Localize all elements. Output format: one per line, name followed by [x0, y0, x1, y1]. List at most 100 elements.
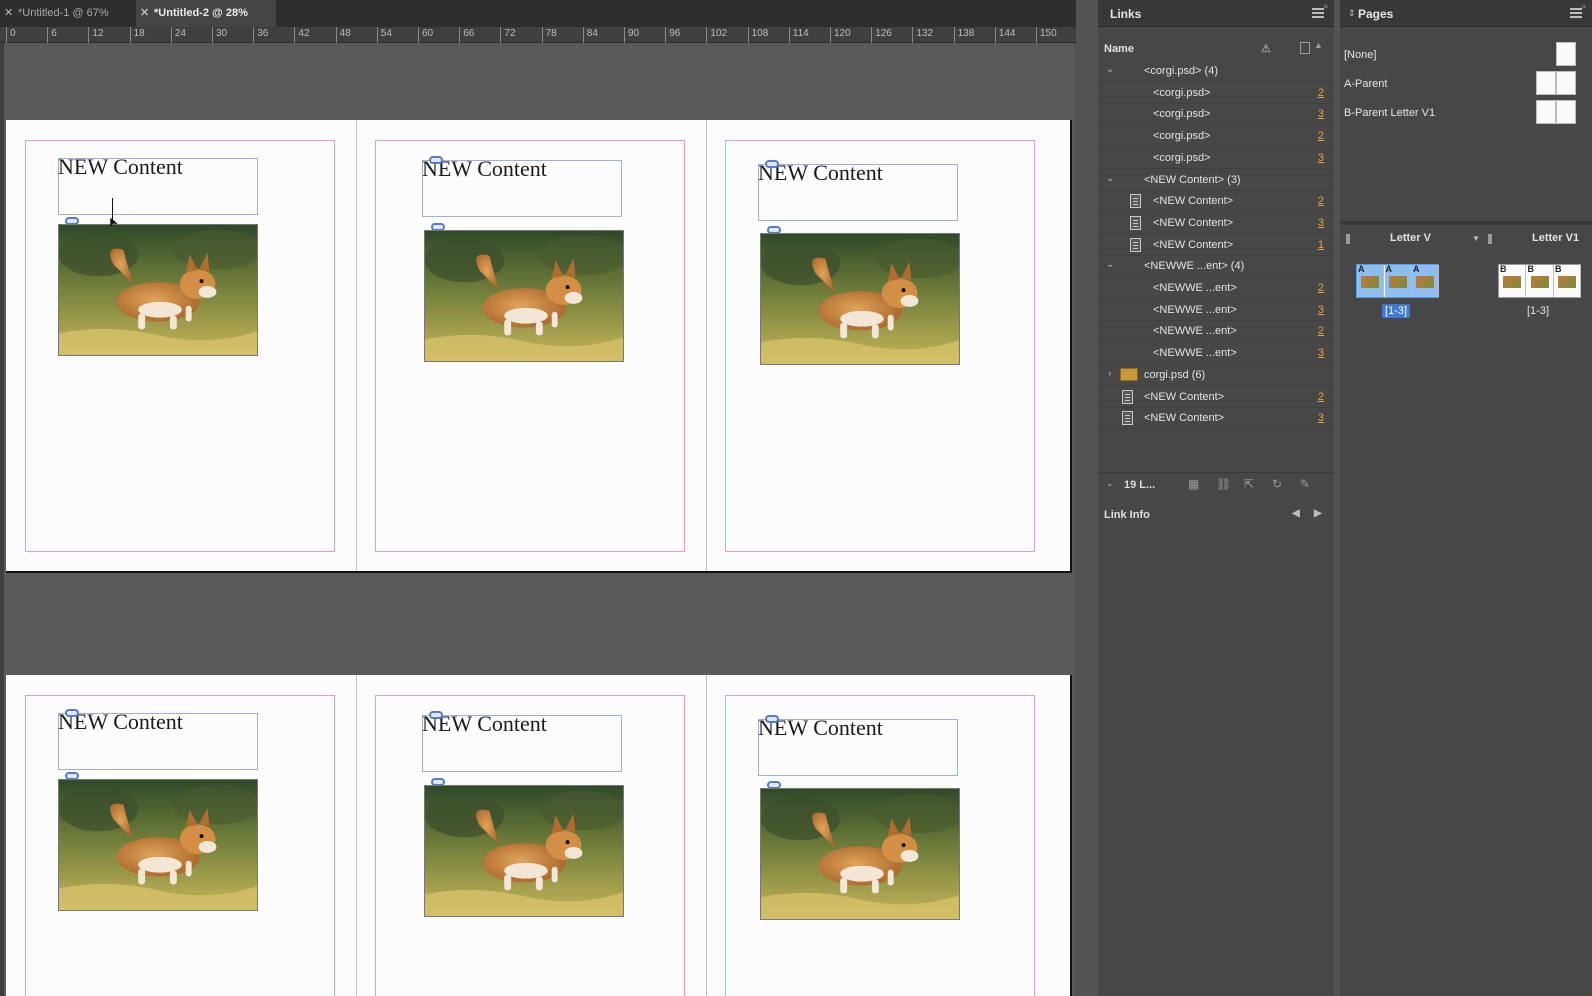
corgi-image[interactable]: [424, 785, 624, 917]
page-thumbnail[interactable]: B: [1499, 264, 1526, 297]
link-row[interactable]: <NEWWE ...ent> 3: [1098, 300, 1334, 321]
collapse-arrows-icon[interactable]: ⇕: [1348, 8, 1356, 19]
page-thumbnail[interactable]: B: [1554, 264, 1581, 297]
layout-spread-thumbnail[interactable]: AAA: [1356, 264, 1439, 298]
tab-untitled-1[interactable]: ✕ *Untitled-1 @ 67%: [0, 0, 136, 27]
layout-spread-thumbnail[interactable]: BBB: [1498, 264, 1581, 298]
go-to-link-icon[interactable]: ⇱: [1244, 478, 1258, 490]
previous-link-icon[interactable]: ◀: [1292, 508, 1300, 519]
chevron-down-icon[interactable]: ⌄: [1106, 173, 1114, 184]
ruler-tick: 126: [871, 27, 892, 43]
ruler-tick: 144: [994, 27, 1015, 43]
link-badge-icon[interactable]: [765, 160, 779, 168]
layout-name[interactable]: Letter V: [1390, 232, 1431, 244]
links-count: 19 L...: [1124, 479, 1156, 491]
layout-options-icon[interactable]: ▼: [1472, 234, 1480, 243]
page-thumbnail[interactable]: B: [1526, 264, 1554, 297]
corgi-image[interactable]: [760, 233, 960, 365]
link-row[interactable]: ⌄ <NEW Content> (3): [1098, 170, 1334, 191]
parent-thumbnail-right[interactable]: [1556, 71, 1576, 95]
link-row[interactable]: <NEWWE ...ent> 2: [1098, 321, 1334, 343]
warning-icon[interactable]: ⚠: [1261, 42, 1275, 55]
link-row[interactable]: <corgi.psd> 3: [1098, 148, 1334, 169]
link-row[interactable]: ⌄ <NEWWE ...ent> (4): [1098, 256, 1334, 278]
chevron-down-icon[interactable]: ⌄: [1106, 478, 1114, 489]
collapse-panels-icon[interactable]: »: [1581, 1, 1586, 11]
link-row[interactable]: <corgi.psd> 2: [1098, 83, 1334, 104]
link-page-number[interactable]: 2: [1318, 391, 1324, 403]
link-page-number[interactable]: 3: [1318, 152, 1324, 164]
corgi-image[interactable]: [424, 230, 624, 362]
link-page-number[interactable]: 3: [1318, 304, 1324, 316]
page-range[interactable]: [1-3]: [1524, 304, 1552, 318]
link-row[interactable]: <corgi.psd> 2: [1098, 126, 1334, 148]
link-row[interactable]: › corgi.psd (6): [1098, 365, 1334, 386]
chevron-right-icon[interactable]: ›: [1108, 368, 1111, 379]
link-row[interactable]: <NEWWE ...ent> 3: [1098, 343, 1334, 365]
link-page-number[interactable]: 2: [1318, 325, 1324, 337]
pages-panel-tab[interactable]: Pages: [1358, 7, 1393, 21]
link-badge-icon[interactable]: [765, 715, 779, 723]
link-page-number[interactable]: 3: [1318, 412, 1324, 424]
sort-arrow-icon[interactable]: ▲: [1314, 40, 1323, 50]
link-badge-icon[interactable]: [429, 711, 443, 719]
link-badge-icon[interactable]: [65, 709, 79, 717]
link-page-number[interactable]: 2: [1318, 87, 1324, 99]
link-row[interactable]: <NEW Content> 1: [1098, 235, 1334, 256]
links-panel-tab[interactable]: Links: [1110, 7, 1141, 21]
close-tab-icon[interactable]: ✕: [140, 0, 149, 27]
parent-thumbnail-right[interactable]: [1556, 100, 1576, 124]
link-row[interactable]: <NEW Content> 2: [1098, 387, 1334, 408]
link-page-number[interactable]: 3: [1318, 108, 1324, 120]
page-thumbnail[interactable]: A: [1384, 264, 1412, 297]
link-row[interactable]: <NEWWE ...ent> 2: [1098, 278, 1334, 299]
name-column-label[interactable]: Name: [1104, 43, 1134, 55]
chevron-down-icon[interactable]: ⌄: [1106, 259, 1114, 270]
link-page-number[interactable]: 1: [1318, 239, 1324, 251]
link-page-number[interactable]: 2: [1318, 282, 1324, 294]
parent-thumbnail-left[interactable]: [1536, 100, 1556, 124]
parents-divider[interactable]: [1340, 221, 1592, 225]
horizontal-ruler[interactable]: 0 6 12 18 24 30 36 42 48 54 60 66 72 78 84 90 96 102 108 11…: [0, 27, 1076, 43]
link-page-number[interactable]: 2: [1318, 130, 1324, 142]
link-row[interactable]: <NEW Content> 3: [1098, 408, 1334, 430]
parent-thumbnail-left[interactable]: [1536, 71, 1556, 95]
pasteboard[interactable]: NEW Content NEW Content NEW Content NEW Con…: [4, 43, 1074, 996]
link-info-section[interactable]: Link Info ◀ ▶: [1098, 505, 1334, 529]
link-page-number[interactable]: 3: [1318, 347, 1324, 359]
layout-grip-icon[interactable]: [1488, 234, 1492, 244]
layout-name[interactable]: Letter V1: [1532, 232, 1579, 244]
parent-none[interactable]: [None]: [1340, 42, 1592, 70]
page-thumbnail[interactable]: A: [1357, 264, 1384, 297]
close-tab-icon[interactable]: ✕: [4, 0, 13, 27]
page-thumbnail[interactable]: A: [1412, 264, 1439, 297]
relink-icon[interactable]: ⛓: [1216, 478, 1231, 490]
link-row[interactable]: <corgi.psd> 3: [1098, 104, 1334, 126]
link-page-number[interactable]: 3: [1318, 217, 1324, 229]
relink-from-cc-icon[interactable]: ▦: [1188, 478, 1202, 490]
parent-thumbnail[interactable]: [1556, 42, 1576, 66]
next-link-icon[interactable]: ▶: [1314, 508, 1322, 519]
edit-original-icon[interactable]: ✎: [1300, 478, 1314, 490]
frame-text[interactable]: NEW Content: [58, 154, 183, 180]
corgi-image[interactable]: [58, 779, 258, 911]
collapse-panels-icon[interactable]: »: [1323, 1, 1328, 11]
layout-grip-icon[interactable]: [1346, 234, 1350, 244]
corgi-image[interactable]: [760, 788, 960, 920]
link-page-number[interactable]: 2: [1318, 195, 1324, 207]
update-link-icon[interactable]: ↻: [1272, 478, 1286, 490]
link-row[interactable]: ⌄ <corgi.psd> (4): [1098, 61, 1334, 82]
chevron-down-icon[interactable]: ⌄: [1106, 64, 1114, 75]
page-range[interactable]: [1-3]: [1382, 304, 1411, 318]
parent-a[interactable]: A-Parent: [1340, 71, 1592, 99]
spread-1[interactable]: NEW Content NEW Content NEW Content: [6, 120, 1072, 573]
spread-2[interactable]: NEW Content NEW Content NEW Content: [6, 675, 1072, 996]
parent-letter: A: [1385, 264, 1393, 274]
link-row[interactable]: <NEW Content> 2: [1098, 191, 1334, 213]
corgi-image[interactable]: [58, 224, 258, 356]
link-row[interactable]: <NEW Content> 3: [1098, 213, 1334, 234]
link-badge-icon[interactable]: [429, 156, 443, 164]
parent-b[interactable]: B-Parent Letter V1: [1340, 100, 1592, 128]
tab-untitled-2[interactable]: ✕ *Untitled-2 @ 28%: [136, 0, 276, 27]
page-column-icon[interactable]: [1300, 42, 1310, 54]
